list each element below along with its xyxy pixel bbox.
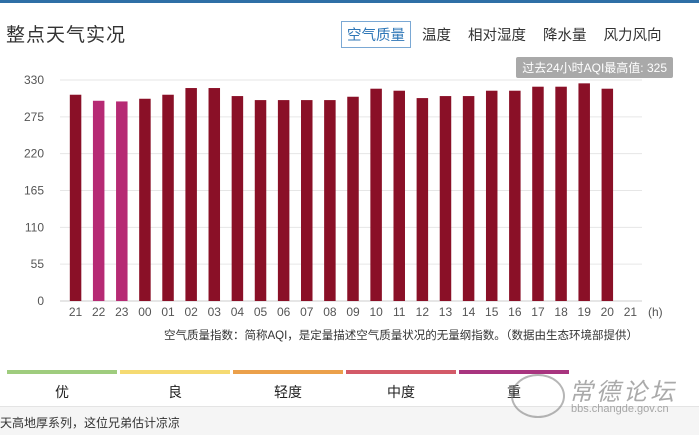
legend-item-moderate: 中度 xyxy=(346,370,456,410)
y-tick-label: 275 xyxy=(24,110,44,124)
y-tick-label: 110 xyxy=(25,220,44,234)
x-tick-label: 23 xyxy=(115,305,129,319)
aqi-bar[interactable] xyxy=(162,94,174,301)
aqi-bar[interactable] xyxy=(370,88,382,302)
aqi-bar-chart: 0 55 110 165 220 275 330 21 22 23 00 01 02 03 04 05 06 0… xyxy=(24,73,663,319)
x-axis-ticks: 21 22 23 00 01 02 03 04 05 06 07 08 09 10 11 12 13 14 15 16… xyxy=(69,305,663,319)
x-tick-label: 22 xyxy=(92,305,106,319)
tab-temperature[interactable]: 温度 xyxy=(416,21,457,48)
aqi-bar[interactable] xyxy=(324,100,336,301)
x-tick-label: 16 xyxy=(508,305,522,319)
aqi-bar[interactable] xyxy=(277,100,290,301)
x-tick-label: 21 xyxy=(624,305,638,319)
watermark-name: 常德论坛 xyxy=(569,378,677,406)
tab-precipitation[interactable]: 降水量 xyxy=(537,21,593,48)
x-tick-label: 12 xyxy=(416,305,430,319)
legend-label-light: 轻度 xyxy=(274,384,302,400)
x-tick-label: 14 xyxy=(462,305,476,319)
aqi-bar[interactable] xyxy=(532,86,544,302)
x-tick-label: 05 xyxy=(254,305,268,319)
legend-item-excellent: 优 xyxy=(7,370,117,410)
aqi-bar[interactable] xyxy=(347,96,359,301)
x-tick-label: 17 xyxy=(531,305,545,319)
x-tick-label: 18 xyxy=(554,305,568,319)
bars xyxy=(69,83,614,302)
aqi-bar[interactable] xyxy=(462,96,475,301)
legend-label-excellent: 优 xyxy=(55,384,69,400)
x-tick-label: 20 xyxy=(601,305,615,319)
tab-wind[interactable]: 风力风向 xyxy=(598,21,668,48)
aqi-bar[interactable] xyxy=(92,100,105,301)
y-axis-ticks: 0 55 110 165 220 275 330 xyxy=(24,73,44,308)
aqi-bar[interactable] xyxy=(254,100,267,301)
aqi-bar[interactable] xyxy=(69,94,82,301)
y-tick-label: 330 xyxy=(24,73,44,87)
legend-color-moderate xyxy=(346,370,456,374)
aqi-bar[interactable] xyxy=(485,90,498,301)
watermark-url: bbs.changde.gov.cn xyxy=(571,403,669,415)
aqi-bar[interactable] xyxy=(116,101,128,301)
x-tick-label: 01 xyxy=(161,305,175,319)
legend-color-light xyxy=(233,370,343,374)
x-tick-label: 02 xyxy=(184,305,198,319)
x-tick-label: 03 xyxy=(208,305,222,319)
tab-relative-humidity[interactable]: 相对湿度 xyxy=(462,21,532,48)
legend-item-good: 良 xyxy=(120,370,230,410)
x-tick-label: 08 xyxy=(323,305,337,319)
tab-air-quality[interactable]: 空气质量 xyxy=(341,21,411,48)
y-tick-label: 220 xyxy=(24,147,44,161)
aqi-bar[interactable] xyxy=(416,98,429,301)
aqi-bar[interactable] xyxy=(208,88,221,301)
legend-item-light: 轻度 xyxy=(233,370,343,410)
x-axis-unit: (h) xyxy=(648,305,663,319)
comment-text: 天高地厚系列，这位兄弟估计凉凉 xyxy=(0,416,181,430)
x-tick-label: 06 xyxy=(277,305,291,319)
panel-title: 整点天气实况 xyxy=(6,25,127,46)
aqi-note: 空气质量指数：简称AQI，是定量描述空气质量状况的无量纲指数。（数据由生态环境部… xyxy=(164,330,639,342)
y-tick-label: 0 xyxy=(37,294,44,308)
aqi-bar[interactable] xyxy=(509,90,521,301)
aqi-bar[interactable] xyxy=(555,86,567,302)
x-tick-label: 00 xyxy=(138,305,152,319)
x-tick-label: 13 xyxy=(439,305,453,319)
x-tick-label: 07 xyxy=(300,305,314,319)
aqi-bar[interactable] xyxy=(185,88,197,301)
x-tick-label: 10 xyxy=(369,305,383,319)
x-tick-label: 15 xyxy=(485,305,499,319)
x-tick-label: 09 xyxy=(346,305,360,319)
x-tick-label: 21 xyxy=(69,305,83,319)
legend-color-good xyxy=(120,370,230,374)
legend-label-moderate: 中度 xyxy=(387,384,415,400)
legend-color-excellent xyxy=(7,370,117,374)
x-tick-label: 11 xyxy=(393,305,406,319)
x-tick-label: 19 xyxy=(578,305,592,319)
forum-watermark: 常德论坛 bbs.changde.gov.cn xyxy=(511,372,691,418)
aqi-bar[interactable] xyxy=(301,100,313,301)
aqi-bar[interactable] xyxy=(578,83,590,301)
aqi-bar[interactable] xyxy=(601,88,614,302)
aqi-bar[interactable] xyxy=(231,96,244,301)
top-border xyxy=(0,0,699,3)
aqi-bar[interactable] xyxy=(439,96,452,301)
metric-tabs: 空气质量 温度 相对湿度 降水量 风力风向 xyxy=(341,21,673,48)
watermark-seal-icon xyxy=(511,374,565,418)
y-tick-label: 55 xyxy=(31,257,45,271)
aqi-bar[interactable] xyxy=(139,98,151,301)
legend-label-good: 良 xyxy=(168,384,182,400)
aqi-bar[interactable] xyxy=(393,90,405,301)
x-tick-label: 04 xyxy=(231,305,245,319)
y-tick-label: 165 xyxy=(24,184,44,198)
